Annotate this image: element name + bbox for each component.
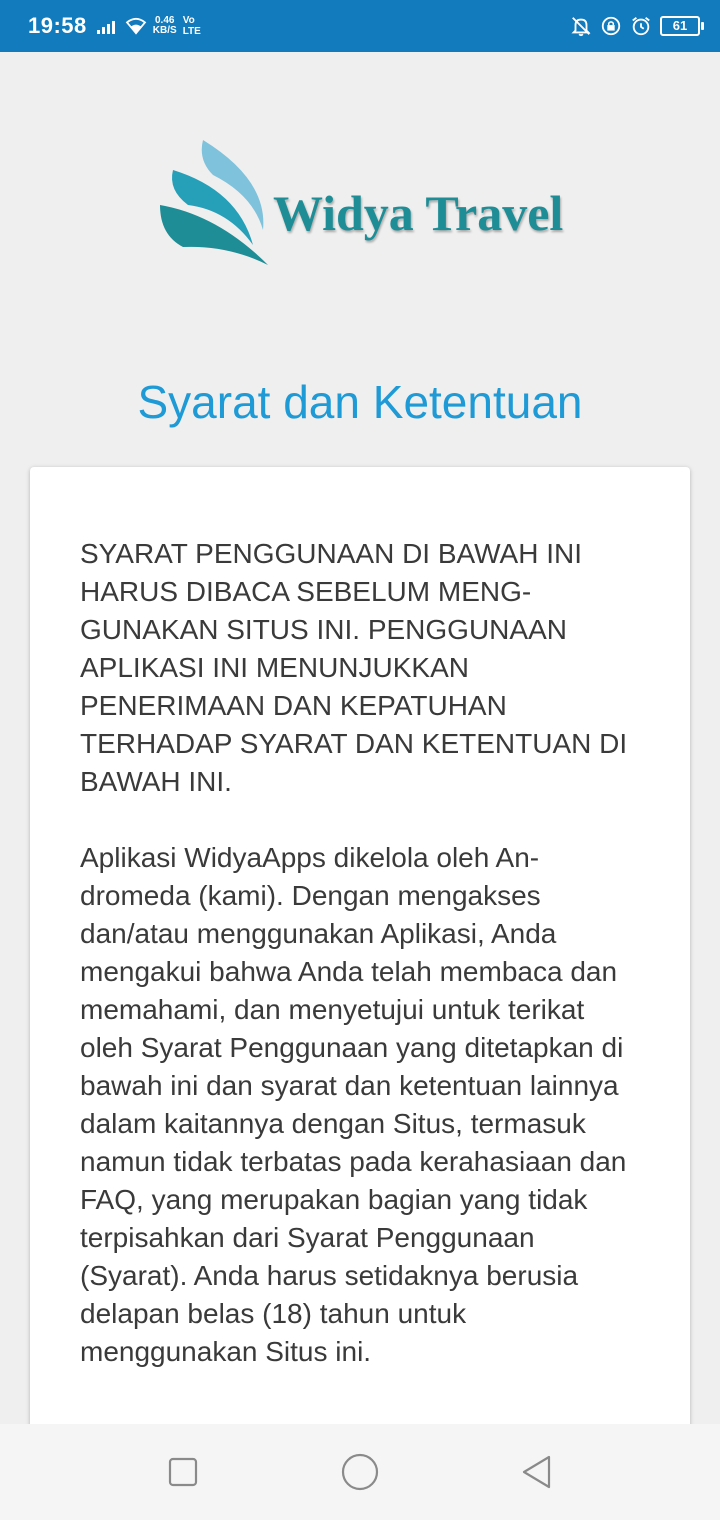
status-time: 19:58	[28, 13, 87, 38]
status-icons: 61	[570, 15, 704, 37]
terms-intro: SYARAT PENGGUNAAN DI BAWAH INI HARUS DIB…	[80, 538, 628, 797]
back-button[interactable]	[512, 1447, 562, 1497]
status-bar: 19:58 0.46 KB/S Vo LTE 61	[0, 0, 720, 52]
alarm-icon	[632, 17, 650, 36]
net-speed-unit: KB/S	[152, 25, 177, 36]
navigation-bar	[0, 1424, 720, 1520]
volte-top: Vo	[182, 15, 195, 26]
terms-card[interactable]: SYARAT PENGGUNAAN DI BAWAH INI HARUS DIB…	[30, 467, 690, 1467]
rotation-lock-icon	[601, 16, 621, 36]
square-icon	[169, 1457, 198, 1487]
circle-icon	[341, 1453, 379, 1491]
notifications-off-icon	[571, 17, 591, 37]
app-logo: Widya Travel	[158, 135, 568, 270]
recents-button[interactable]	[158, 1447, 208, 1497]
signal-icon	[96, 18, 115, 34]
logo-text: Widya Travel	[273, 184, 564, 241]
home-button[interactable]	[335, 1447, 385, 1497]
volte-indicator: Vo LTE	[183, 15, 201, 37]
terms-body: Aplikasi WidyaApps dikelola oleh An-drom…	[80, 842, 627, 1367]
page-title: Syarat dan Ketentuan	[137, 376, 583, 428]
volte-bottom: LTE	[182, 26, 201, 37]
wave-logo-icon	[160, 140, 268, 265]
wifi-icon	[125, 17, 147, 35]
back-triangle-icon	[522, 1455, 550, 1489]
battery-icon: 61	[660, 16, 704, 36]
net-speed: 0.46 KB/S	[153, 16, 177, 36]
